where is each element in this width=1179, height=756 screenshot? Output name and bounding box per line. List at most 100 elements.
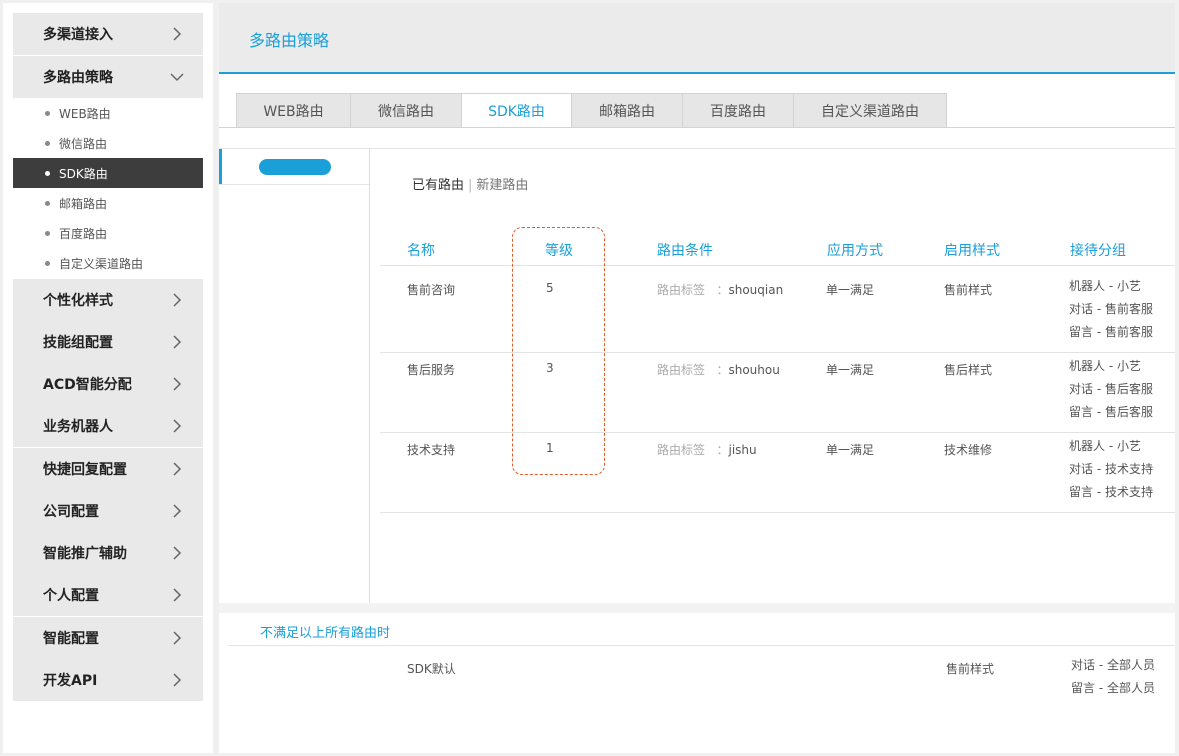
chevron-right-icon [167, 628, 187, 648]
divider [370, 148, 1175, 149]
sidebar-item-label: WEB路由 [59, 106, 111, 121]
tab-custom[interactable]: 自定义渠道路由 [793, 93, 947, 127]
bullet-icon [45, 110, 50, 116]
group-entry: 对话 - 售前客服 [1069, 302, 1153, 316]
tab-wechat[interactable]: 微信路由 [350, 93, 462, 127]
condition-value: shouhou [728, 363, 780, 377]
column-header-style: 启用样式 [944, 243, 1000, 259]
sidebar-item-label: SDK路由 [59, 166, 108, 181]
route-style: 售前样式 [944, 283, 993, 297]
section-gap [219, 603, 1175, 613]
route-style: 技术维修 [944, 443, 993, 457]
nav-group-label: 技能组配置 [43, 335, 113, 351]
route-name: 售前咨询 [407, 283, 456, 297]
route-style: 售后样式 [944, 363, 993, 377]
existing-routes-link[interactable]: 已有路由 [412, 178, 464, 193]
group-entry: 机器人 - 小艺 [1069, 359, 1141, 373]
bullet-icon [45, 230, 50, 236]
nav-group-personal[interactable]: 个人配置 [13, 574, 203, 616]
tab-sdk[interactable]: SDK路由 [461, 93, 572, 128]
chevron-right-icon [167, 332, 187, 352]
table-header-divider [380, 265, 1175, 266]
bullet-icon [45, 200, 50, 206]
bullet-icon [45, 260, 50, 266]
tab-web[interactable]: WEB路由 [236, 93, 351, 127]
condition-label: 路由标签 [657, 283, 706, 297]
group-entry: 对话 - 售后客服 [1069, 382, 1153, 396]
default-route-title: 不满足以上所有路由时 [260, 626, 391, 641]
condition-separator: ： [716, 363, 729, 377]
route-method: 单一满足 [826, 363, 875, 377]
nav-group-label: 个人配置 [43, 588, 99, 604]
nav-group-label: 快捷回复配置 [43, 462, 127, 478]
nav-group-label: 多路由策略 [43, 70, 113, 86]
nav-group-smart-config[interactable]: 智能配置 [13, 617, 203, 659]
route-groups: 机器人 - 小艺 对话 - 技术支持 留言 - 技术支持 [1069, 435, 1153, 504]
column-header-condition: 路由条件 [657, 243, 713, 259]
group-entry: 留言 - 技术支持 [1069, 485, 1153, 499]
bullet-icon [45, 140, 50, 146]
tab-baidu[interactable]: 百度路由 [682, 93, 794, 127]
nav-group-label: 智能配置 [43, 631, 99, 647]
nav-group-bots[interactable]: 业务机器人 [13, 405, 203, 447]
group-entry: 留言 - 全部人员 [1071, 681, 1155, 695]
selection-indicator [219, 149, 222, 185]
page-title: 多路由策略 [249, 31, 330, 50]
group-entry: 机器人 - 小艺 [1069, 439, 1141, 453]
condition-label: 路由标签 [657, 443, 706, 457]
default-route-groups: 对话 - 全部人员 留言 - 全部人员 [1071, 654, 1155, 700]
group-entry: 留言 - 售后客服 [1069, 405, 1153, 419]
selected-route-pill[interactable] [259, 159, 331, 175]
route-groups: 机器人 - 小艺 对话 - 售前客服 留言 - 售前客服 [1069, 275, 1153, 344]
nav-group-label: 智能推广辅助 [43, 546, 127, 562]
route-groups: 机器人 - 小艺 对话 - 售后客服 留言 - 售后客服 [1069, 355, 1153, 424]
nav-group-label: 公司配置 [43, 504, 99, 520]
group-entry: 对话 - 技术支持 [1069, 462, 1153, 476]
row-divider [380, 352, 1175, 353]
sidebar-item-label: 微信路由 [59, 136, 108, 151]
nav-group-skill-groups[interactable]: 技能组配置 [13, 321, 203, 363]
chevron-right-icon [167, 670, 187, 690]
condition-separator: ： [716, 443, 729, 457]
tab-email[interactable]: 邮箱路由 [571, 93, 683, 127]
nav-group-label: ACD智能分配 [43, 377, 132, 393]
new-route-link[interactable]: 新建路由 [476, 178, 528, 193]
nav-group-routing[interactable]: 多路由策略 [13, 56, 203, 98]
chevron-right-icon [167, 585, 187, 605]
nav-group-api[interactable]: 开发API [13, 659, 203, 701]
row-divider [380, 432, 1175, 433]
bullet-icon [45, 170, 50, 176]
route-subnav: 已有路由 | 新建路由 [412, 174, 528, 193]
chevron-right-icon [167, 543, 187, 563]
sidebar-item-custom-routing[interactable]: 自定义渠道路由 [13, 248, 203, 278]
nav-group-label: 开发API [43, 673, 98, 689]
nav-group-quick-replies[interactable]: 快捷回复配置 [13, 448, 203, 490]
nav-group-label: 多渠道接入 [43, 27, 113, 43]
nav-group-acd[interactable]: ACD智能分配 [13, 363, 203, 405]
nav-group-styles[interactable]: 个性化样式 [13, 279, 203, 321]
default-route-style: 售前样式 [946, 662, 995, 676]
nav-group-label: 业务机器人 [43, 419, 113, 435]
page-header: 多路由策略 [219, 3, 1175, 74]
nav-group-multichannel[interactable]: 多渠道接入 [13, 13, 203, 55]
route-condition: 路由标签 ：jishu [657, 441, 757, 458]
level-column-highlight [512, 227, 605, 475]
nav-group-company[interactable]: 公司配置 [13, 490, 203, 532]
route-name: 售后服务 [407, 363, 456, 377]
sidebar-item-sdk-routing[interactable]: SDK路由 [13, 158, 203, 188]
sidebar-item-email-routing[interactable]: 邮箱路由 [13, 188, 203, 218]
route-method: 单一满足 [826, 443, 875, 457]
group-entry: 对话 - 全部人员 [1071, 658, 1155, 672]
route-condition: 路由标签 ：shouhou [657, 361, 780, 378]
sidebar-item-web-routing[interactable]: WEB路由 [13, 98, 203, 128]
column-header-name: 名称 [407, 243, 435, 259]
sidebar-item-wechat-routing[interactable]: 微信路由 [13, 128, 203, 158]
sidebar: 多渠道接入 多路由策略 WEB路由 微信路由 SDK路由 邮箱路由 百度路由 自… [3, 3, 213, 753]
group-entry: 机器人 - 小艺 [1069, 279, 1141, 293]
divider [229, 645, 1175, 646]
sidebar-item-label: 自定义渠道路由 [59, 256, 144, 271]
condition-label: 路由标签 [657, 363, 706, 377]
nav-group-promotion[interactable]: 智能推广辅助 [13, 532, 203, 574]
sidebar-item-baidu-routing[interactable]: 百度路由 [13, 218, 203, 248]
subnav-separator: | [468, 178, 473, 193]
